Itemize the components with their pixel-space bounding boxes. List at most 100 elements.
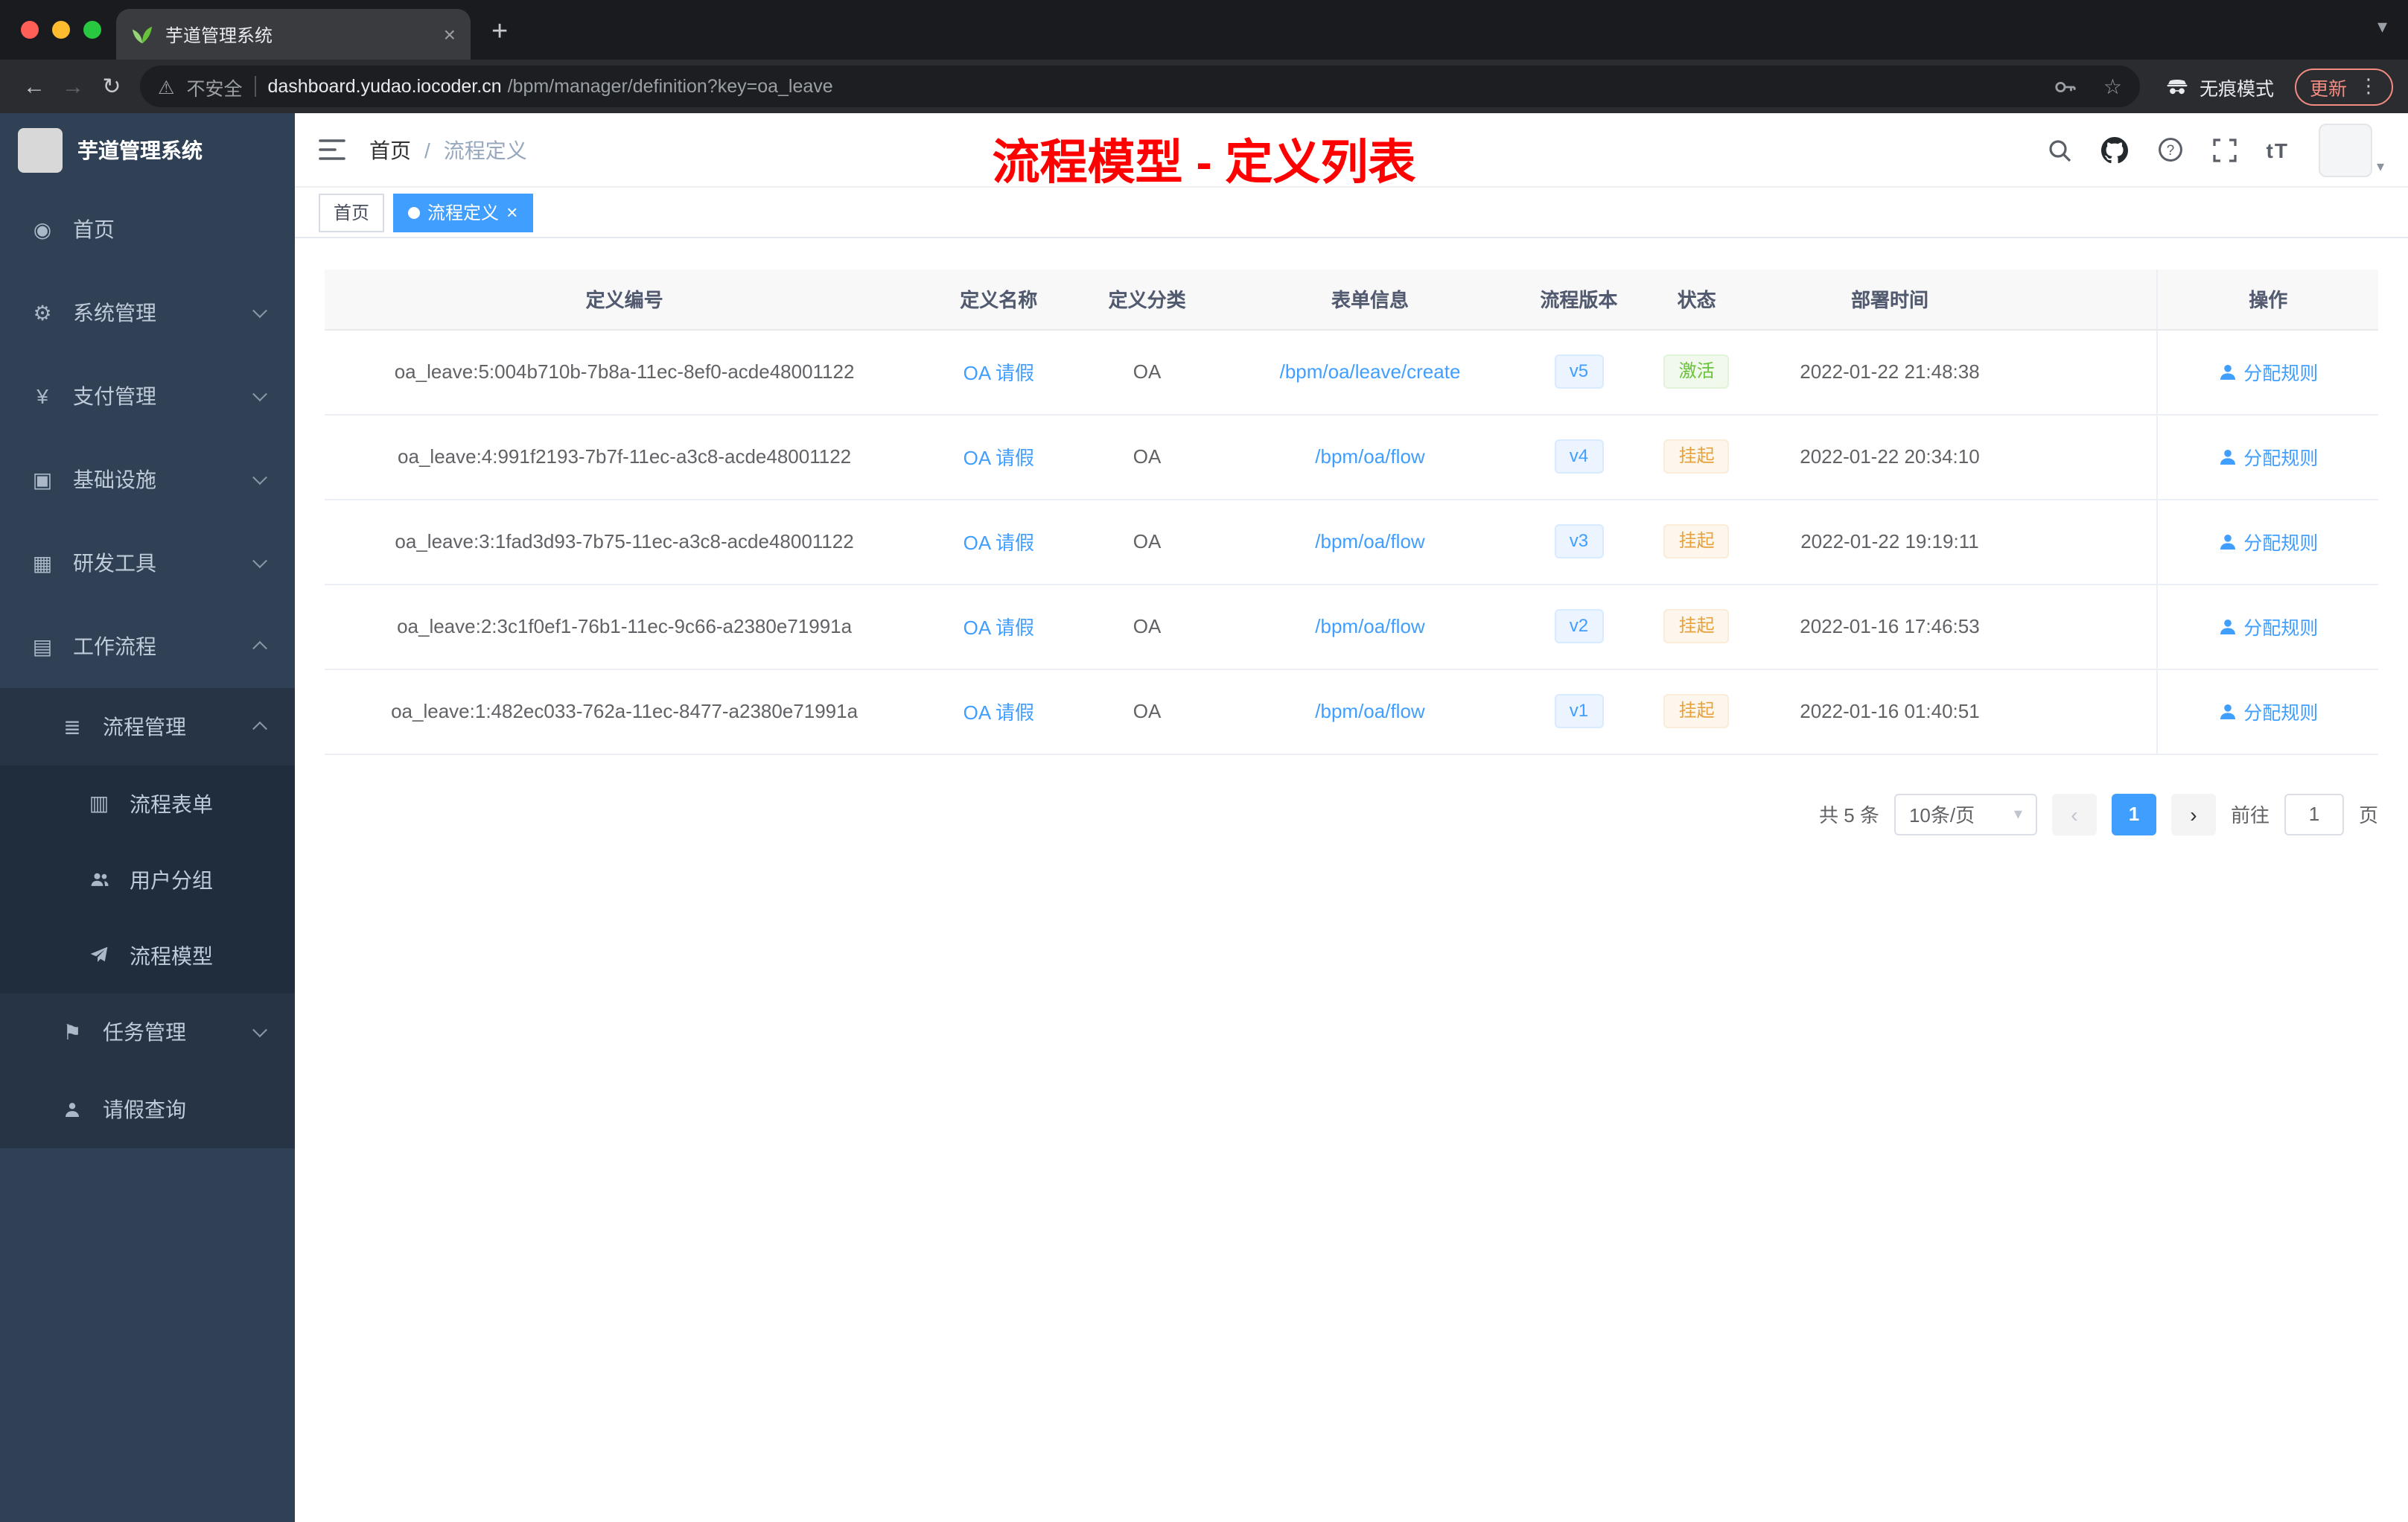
definition-name-link[interactable]: OA 请假 bbox=[963, 362, 1034, 384]
definition-id: oa_leave:4:991f2193-7b7f-11ec-a3c8-acde4… bbox=[325, 414, 925, 500]
browser-menu-icon[interactable]: ⋮ bbox=[2359, 74, 2378, 98]
sidebar-item-user-group[interactable]: 用户分组 bbox=[0, 841, 295, 917]
gear-icon: ⚙ bbox=[33, 300, 52, 324]
assign-rule-label: 分配规则 bbox=[2243, 448, 2319, 469]
definition-name-link[interactable]: OA 请假 bbox=[963, 617, 1034, 639]
sidebar-item-infrastructure[interactable]: ▣ 基础设施 bbox=[0, 438, 295, 521]
version-badge[interactable]: v3 bbox=[1554, 524, 1604, 558]
next-page-button[interactable]: › bbox=[2170, 793, 2216, 835]
tab-search-chevron-icon[interactable]: ▾ bbox=[2377, 15, 2387, 39]
form-link[interactable]: /bpm/oa/flow bbox=[1315, 530, 1424, 553]
assign-rule-link[interactable]: 分配规则 bbox=[2218, 697, 2318, 725]
deploy-time: 2022-01-22 20:34:10 bbox=[1754, 414, 2025, 500]
window-minimize-button[interactable] bbox=[52, 21, 70, 39]
security-label[interactable]: 不安全 bbox=[186, 72, 242, 101]
paper-plane-icon bbox=[86, 946, 112, 965]
sidebar-item-home[interactable]: ◉ 首页 bbox=[0, 188, 295, 271]
back-icon[interactable]: ← bbox=[15, 74, 54, 99]
version-badge[interactable]: v4 bbox=[1554, 439, 1604, 474]
sidebar-item-label: 研发工具 bbox=[73, 551, 156, 575]
window-zoom-button[interactable] bbox=[83, 21, 101, 39]
search-icon[interactable] bbox=[2048, 138, 2071, 162]
process-mgmt-submenu: ▥ 流程表单 用户分组 流程模型 bbox=[0, 765, 295, 993]
fullscreen-icon[interactable] bbox=[2212, 138, 2237, 162]
app-logo[interactable]: 芋道管理系统 bbox=[0, 113, 295, 188]
tag-close-icon[interactable]: × bbox=[506, 203, 517, 222]
form-link[interactable]: /bpm/oa/flow bbox=[1315, 445, 1424, 468]
tag-label: 首页 bbox=[334, 203, 370, 223]
chevron-down-icon bbox=[252, 303, 267, 319]
chevron-down-icon bbox=[252, 553, 267, 569]
avatar[interactable] bbox=[2318, 123, 2372, 176]
table-row: oa_leave:2:3c1f0ef1-76b1-11ec-9c66-a2380… bbox=[325, 584, 2378, 669]
prev-page-button[interactable]: ‹ bbox=[2051, 793, 2097, 835]
new-tab-button[interactable]: + bbox=[491, 16, 508, 49]
browser-tab[interactable]: 芋道管理系统 × bbox=[116, 9, 471, 60]
breadcrumb-current: 流程定义 bbox=[443, 138, 527, 162]
incognito-icon bbox=[2167, 80, 2188, 95]
sidebar-menu: ◉ 首页 ⚙ 系统管理 ¥ 支付管理 ▣ 基础设施 ▦ 研发工具 ▤ 工作流程 … bbox=[0, 188, 295, 1148]
spacer-cell bbox=[2025, 499, 2158, 585]
sidebar-item-leave-query[interactable]: 请假查询 bbox=[0, 1071, 295, 1148]
page-button-1[interactable]: 1 bbox=[2111, 793, 2156, 835]
github-icon[interactable] bbox=[2100, 136, 2128, 163]
sidebar-item-workflow[interactable]: ▤ 工作流程 bbox=[0, 605, 295, 688]
window-controls bbox=[21, 21, 101, 39]
sidebar-item-process-form[interactable]: ▥ 流程表单 bbox=[0, 765, 295, 841]
sidebar-item-process-model[interactable]: 流程模型 bbox=[0, 917, 295, 993]
breadcrumb-home[interactable]: 首页 bbox=[369, 135, 411, 165]
bookmark-star-icon[interactable]: ☆ bbox=[2103, 74, 2122, 99]
font-size-icon[interactable]: tT bbox=[2267, 138, 2289, 162]
definition-name-link[interactable]: OA 请假 bbox=[963, 532, 1034, 554]
page-size-select[interactable]: 10条/页 ▾ bbox=[1893, 793, 2037, 835]
goto-page-input[interactable] bbox=[2284, 793, 2344, 835]
assign-rule-label: 分配规则 bbox=[2243, 533, 2319, 554]
help-icon[interactable]: ? bbox=[2158, 137, 2183, 162]
definition-id: oa_leave:5:004b710b-7b8a-11ec-8ef0-acde4… bbox=[325, 329, 925, 415]
sidebar-collapse-icon[interactable] bbox=[319, 138, 345, 161]
version-badge[interactable]: v5 bbox=[1554, 354, 1604, 389]
definition-id: oa_leave:1:482ec033-762a-11ec-8477-a2380… bbox=[325, 669, 925, 754]
sidebar-item-devtools[interactable]: ▦ 研发工具 bbox=[0, 521, 295, 605]
update-button[interactable]: 更新 ⋮ bbox=[2294, 68, 2393, 105]
sidebar-item-task-mgmt[interactable]: ⚑ 任务管理 bbox=[0, 993, 295, 1071]
tab-close-icon[interactable]: × bbox=[444, 22, 456, 46]
url-path: /bpm/manager/definition?key=oa_leave bbox=[507, 76, 833, 97]
assign-rule-link[interactable]: 分配规则 bbox=[2218, 357, 2318, 386]
tag-process-definition[interactable]: 流程定义 × bbox=[393, 193, 533, 232]
col-status: 状态 bbox=[1638, 270, 1755, 330]
definition-name-link[interactable]: OA 请假 bbox=[963, 701, 1034, 724]
sidebar: 芋道管理系统 ◉ 首页 ⚙ 系统管理 ¥ 支付管理 ▣ 基础设施 ▦ 研发工具 … bbox=[0, 113, 295, 1522]
form-link[interactable]: /bpm/oa/flow bbox=[1315, 700, 1424, 722]
forward-icon[interactable]: → bbox=[54, 74, 92, 99]
assign-rule-link[interactable]: 分配规则 bbox=[2218, 527, 2318, 555]
form-link[interactable]: /bpm/oa/flow bbox=[1315, 615, 1424, 637]
browser-toolbar: ← → ↻ ⚠ 不安全 dashboard.yudao.iocoder.cn/b… bbox=[0, 60, 2408, 113]
version-badge[interactable]: v2 bbox=[1554, 609, 1604, 643]
version-badge[interactable]: v1 bbox=[1554, 694, 1604, 728]
list-icon: ≣ bbox=[63, 714, 81, 738]
password-key-icon[interactable] bbox=[2054, 75, 2077, 98]
assign-rule-link[interactable]: 分配规则 bbox=[2218, 442, 2318, 471]
deploy-time: 2022-01-16 01:40:51 bbox=[1754, 669, 2025, 754]
dashboard-icon: ◉ bbox=[33, 217, 52, 241]
url-host: dashboard.yudao.iocoder.cn bbox=[267, 76, 502, 97]
status-badge: 激活 bbox=[1663, 354, 1730, 389]
user-menu[interactable]: ▾ bbox=[2318, 123, 2384, 176]
definition-name-link[interactable]: OA 请假 bbox=[963, 447, 1034, 469]
tag-home[interactable]: 首页 bbox=[319, 193, 385, 232]
deploy-time: 2022-01-16 17:46:53 bbox=[1754, 584, 2025, 669]
form-link[interactable]: /bpm/oa/leave/create bbox=[1280, 360, 1461, 383]
tab-title: 芋道管理系统 bbox=[165, 25, 273, 45]
address-bar[interactable]: ⚠ 不安全 dashboard.yudao.iocoder.cn/bpm/man… bbox=[140, 66, 2140, 107]
sidebar-item-process-mgmt[interactable]: ≣ 流程管理 bbox=[0, 688, 295, 765]
sidebar-item-payment[interactable]: ¥ 支付管理 bbox=[0, 354, 295, 438]
assign-rule-label: 分配规则 bbox=[2243, 703, 2319, 724]
window-close-button[interactable] bbox=[21, 21, 39, 39]
sidebar-item-label: 请假查询 bbox=[103, 1098, 186, 1121]
assign-rule-link[interactable]: 分配规则 bbox=[2218, 612, 2318, 640]
sidebar-item-system[interactable]: ⚙ 系统管理 bbox=[0, 271, 295, 354]
definition-table: 定义编号 定义名称 定义分类 表单信息 流程版本 状态 部署时间 操作 oa_l… bbox=[325, 270, 2378, 754]
person-icon bbox=[2220, 364, 2235, 379]
reload-icon[interactable]: ↻ bbox=[92, 73, 131, 100]
